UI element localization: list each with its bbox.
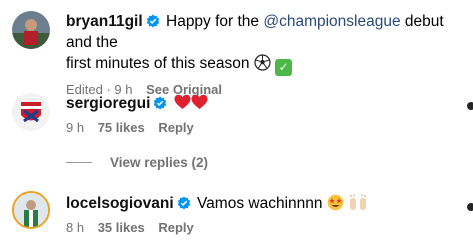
soccer-ball-icon	[254, 54, 271, 71]
comment-meta: 9 h 75 likes Reply	[66, 120, 463, 135]
avatar[interactable]	[12, 93, 50, 131]
raising-hands-icon	[350, 194, 367, 210]
timestamp: 8 h	[66, 220, 85, 235]
comment-text: bryan11gil Happy for the @championsleagu…	[66, 13, 444, 51]
username[interactable]: sergioregui	[66, 95, 150, 112]
likes-count[interactable]: 35 likes	[98, 220, 145, 235]
verified-badge-icon	[154, 96, 167, 110]
avatar[interactable]	[12, 191, 50, 229]
username[interactable]: locelsogiovani	[66, 195, 174, 212]
comment-text-line2: first minutes of this season ✓	[66, 53, 463, 76]
verified-badge-icon	[177, 196, 190, 210]
timestamp: 9 h	[66, 120, 85, 135]
avatar[interactable]	[12, 11, 50, 49]
mention-link[interactable]: @championsleague	[263, 13, 400, 30]
username[interactable]: bryan11gil	[66, 13, 143, 30]
like-comment-icon[interactable]	[467, 102, 473, 110]
red-heart-icon	[174, 94, 191, 109]
replies-divider	[66, 162, 92, 163]
likes-count[interactable]: 75 likes	[98, 120, 145, 135]
verified-badge-icon	[146, 14, 159, 28]
comment-text: sergioregui	[66, 93, 463, 114]
comment-meta: 8 h 35 likes Reply	[66, 220, 463, 235]
comment-text: locelsogiovani Vamos wachinnnn	[66, 193, 463, 214]
like-comment-icon[interactable]	[467, 203, 473, 211]
star-struck-icon	[327, 194, 344, 211]
check-mark-button-icon: ✓	[275, 59, 293, 76]
red-heart-icon	[191, 94, 208, 109]
reply-button[interactable]: Reply	[158, 120, 193, 135]
reply-button[interactable]: Reply	[158, 220, 193, 235]
view-replies-button[interactable]: View replies (2)	[66, 155, 208, 170]
